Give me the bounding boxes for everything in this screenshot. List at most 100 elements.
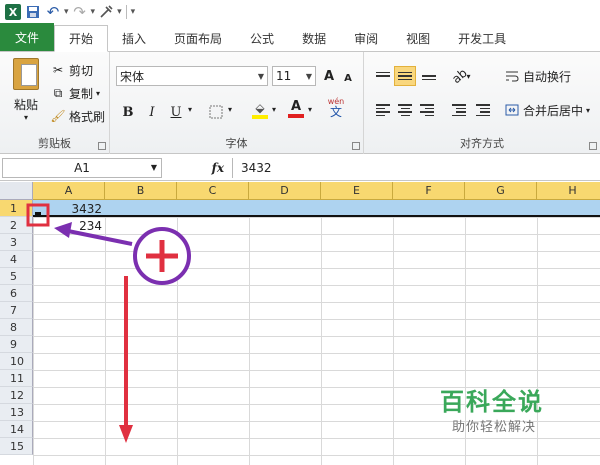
- copy-icon: ⧉: [53, 85, 63, 100]
- excel-logo-icon: X: [4, 3, 22, 21]
- tab-file[interactable]: 文件: [0, 23, 54, 51]
- underline-button[interactable]: U: [166, 102, 186, 122]
- orientation-button[interactable]: ab ▾: [448, 66, 474, 86]
- align-right-button[interactable]: [416, 100, 438, 120]
- format-painter-label: 格式刷: [69, 109, 106, 124]
- fill-color-button[interactable]: ⬙: [250, 100, 270, 120]
- paste-icon: [13, 58, 39, 90]
- borders-button[interactable]: [206, 102, 226, 122]
- row-header-6[interactable]: 6: [0, 285, 33, 302]
- cut-button[interactable]: ✂ 剪切: [50, 60, 93, 80]
- tab-review[interactable]: 审阅: [340, 25, 392, 51]
- row-header-11[interactable]: 11: [0, 370, 33, 387]
- row-header-4[interactable]: 4: [0, 251, 33, 268]
- quick-access-toolbar: X ↶ ▾ ↷ ▾ ▾ ▾: [0, 0, 600, 24]
- cell-a2[interactable]: 234: [33, 217, 105, 234]
- tab-insert[interactable]: 插入: [108, 25, 160, 51]
- row-header-15[interactable]: 15: [0, 438, 33, 455]
- insert-function-button[interactable]: fx: [162, 158, 232, 178]
- tab-formulas[interactable]: 公式: [236, 25, 288, 51]
- increase-indent-button[interactable]: [472, 100, 494, 120]
- merge-center-button[interactable]: 合并后居中 ▾: [504, 100, 590, 120]
- format-painter-button[interactable]: 🖌 格式刷: [50, 106, 105, 126]
- wrap-text-icon: [504, 68, 520, 84]
- column-header-b[interactable]: B: [105, 182, 177, 200]
- column-header-a[interactable]: A: [33, 182, 105, 200]
- align-top-button[interactable]: [372, 66, 394, 86]
- orientation-icon: ab: [448, 65, 470, 87]
- alignment-group: ab ▾ 自动换行 合并后居中 ▾ 对齐方式: [364, 52, 600, 154]
- save-icon[interactable]: [24, 3, 42, 21]
- alignment-launcher-icon[interactable]: [589, 142, 597, 150]
- name-box-value: A1: [74, 160, 90, 175]
- undo-dropdown-icon[interactable]: ▾: [64, 7, 69, 17]
- copy-dropdown-icon[interactable]: ▾: [96, 89, 100, 98]
- phonetic-char: 文: [329, 105, 342, 119]
- redo-icon[interactable]: ↷: [71, 3, 89, 21]
- tab-developer[interactable]: 开发工具: [444, 25, 520, 51]
- font-launcher-icon[interactable]: [352, 142, 360, 150]
- column-header-f[interactable]: F: [393, 182, 465, 200]
- undo-icon[interactable]: ↶: [44, 3, 62, 21]
- row-header-8[interactable]: 8: [0, 319, 33, 336]
- row-header-14[interactable]: 14: [0, 421, 33, 438]
- column-header-d[interactable]: D: [249, 182, 321, 200]
- row-header-12[interactable]: 12: [0, 387, 33, 404]
- row-header-13[interactable]: 13: [0, 404, 33, 421]
- merge-dropdown-icon[interactable]: ▾: [586, 106, 590, 115]
- clipboard-launcher-icon[interactable]: [98, 142, 106, 150]
- select-all-corner[interactable]: [0, 182, 33, 200]
- row-header-5[interactable]: 5: [0, 268, 33, 285]
- font-size-select[interactable]: 11 ▼: [272, 66, 316, 86]
- tab-home[interactable]: 开始: [54, 25, 109, 52]
- copy-button[interactable]: ⧉ 复制 ▾: [50, 83, 100, 103]
- customize-qat-icon[interactable]: ▾: [131, 7, 136, 17]
- align-middle-button[interactable]: [394, 66, 416, 86]
- phonetic-button[interactable]: wén 文: [322, 98, 350, 119]
- brush-icon: 🖌: [50, 109, 66, 123]
- tools-dropdown-icon[interactable]: ▾: [117, 7, 122, 17]
- align-bottom-button[interactable]: [418, 66, 440, 86]
- tools-icon[interactable]: [97, 3, 115, 21]
- merge-cells-icon: [504, 102, 520, 118]
- cut-label: 剪切: [69, 63, 94, 78]
- grow-font-button[interactable]: A: [320, 66, 338, 86]
- row-header-3[interactable]: 3: [0, 234, 33, 251]
- font-color-dropdown-icon[interactable]: ▾: [308, 105, 312, 114]
- underline-dropdown-icon[interactable]: ▾: [188, 105, 192, 114]
- row-header-7[interactable]: 7: [0, 302, 33, 319]
- column-header-h[interactable]: H: [537, 182, 600, 200]
- shrink-font-button[interactable]: A: [340, 68, 356, 88]
- tab-data[interactable]: 数据: [288, 25, 340, 51]
- column-header-c[interactable]: C: [177, 182, 249, 200]
- font-name-select[interactable]: 宋体 ▼: [116, 66, 268, 86]
- align-left-button[interactable]: [372, 100, 394, 120]
- paste-dropdown-icon[interactable]: ▾: [8, 113, 44, 122]
- wrap-text-label: 自动换行: [523, 69, 572, 84]
- font-color-button[interactable]: A: [286, 98, 306, 118]
- row-header-1[interactable]: 1: [0, 200, 33, 217]
- bold-button[interactable]: B: [118, 102, 138, 122]
- row-header-9[interactable]: 9: [0, 336, 33, 353]
- column-header-g[interactable]: G: [465, 182, 537, 200]
- row-header-2[interactable]: 2: [0, 217, 33, 234]
- italic-button[interactable]: I: [142, 102, 162, 122]
- tab-view[interactable]: 视图: [392, 25, 444, 51]
- chevron-down-icon: ▼: [150, 163, 157, 172]
- wrap-text-button[interactable]: 自动换行: [504, 66, 571, 86]
- paste-button[interactable]: 粘贴 ▾: [8, 58, 44, 128]
- redo-dropdown-icon[interactable]: ▾: [91, 7, 96, 17]
- name-box[interactable]: A1 ▼: [2, 157, 162, 178]
- fill-color-dropdown-icon[interactable]: ▾: [272, 105, 276, 114]
- formula-bar: A1 ▼ fx 3432: [0, 155, 600, 181]
- tab-page-layout[interactable]: 页面布局: [160, 25, 236, 51]
- decrease-indent-button[interactable]: [448, 100, 470, 120]
- align-center-button[interactable]: [394, 100, 416, 120]
- ribbon: 粘贴 ▾ ✂ 剪切 ⧉ 复制 ▾ 🖌 格式刷 剪贴板 宋体 ▼ 11 ▼ A A: [0, 52, 600, 154]
- cell-a1[interactable]: 3432: [33, 200, 105, 217]
- column-header-e[interactable]: E: [321, 182, 393, 200]
- borders-dropdown-icon[interactable]: ▾: [228, 105, 232, 114]
- fx-icon: fx: [211, 160, 224, 175]
- formula-input[interactable]: 3432: [232, 157, 600, 178]
- row-header-10[interactable]: 10: [0, 353, 33, 370]
